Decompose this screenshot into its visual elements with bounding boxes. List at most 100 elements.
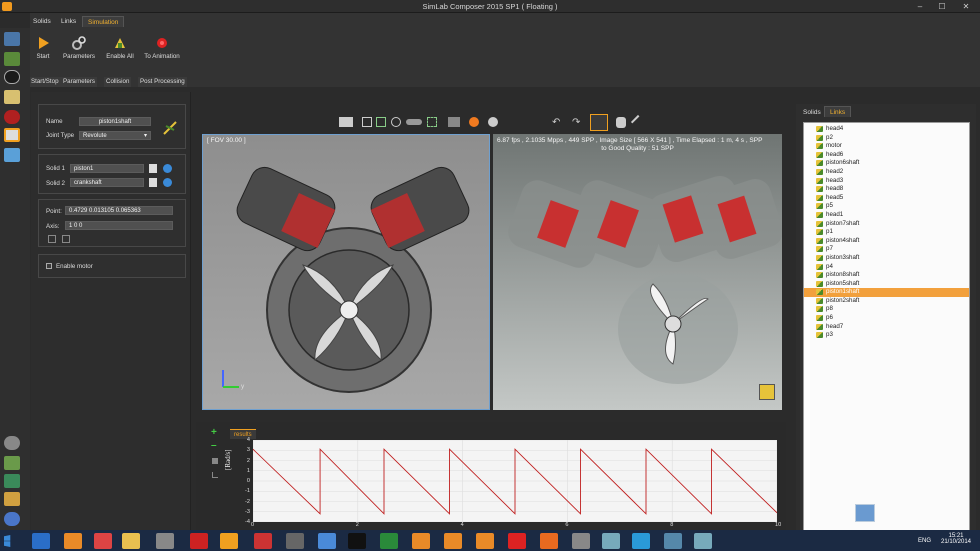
link-item[interactable]: motor [804, 142, 969, 151]
media-taskbar-icon[interactable] [220, 533, 238, 549]
layout-icon[interactable] [4, 474, 20, 488]
link-item[interactable]: piston6shaft [804, 159, 969, 168]
download-icon[interactable] [855, 504, 875, 522]
link-item[interactable]: piston8shaft [804, 271, 969, 280]
link-item[interactable]: head6 [804, 151, 969, 160]
solid2-input[interactable]: crankshaft [70, 178, 144, 187]
link-item[interactable]: piston3shaft [804, 254, 969, 263]
ie-taskbar-icon[interactable] [32, 533, 50, 549]
view-mode-icon[interactable] [406, 119, 422, 125]
link-item[interactable]: p4 [804, 263, 969, 272]
joint-type-select[interactable]: Revolute ▾ [79, 131, 151, 140]
right-tab-links[interactable]: Links [824, 106, 852, 117]
excel-taskbar-icon[interactable] [380, 533, 398, 549]
animation-tool-icon[interactable] [4, 90, 20, 104]
pan-icon[interactable] [362, 117, 372, 127]
minimize-button[interactable]: – [912, 2, 928, 11]
link-item[interactable]: head8 [804, 185, 969, 194]
link-item[interactable]: piston2shaft [804, 297, 969, 306]
axis-settings-icon[interactable] [212, 472, 218, 478]
app4-taskbar-icon[interactable] [664, 533, 682, 549]
explorer-taskbar-icon[interactable] [122, 533, 140, 549]
redo-icon[interactable]: ↷ [572, 117, 584, 128]
link-item[interactable]: head3 [804, 177, 969, 186]
link-item[interactable]: p7 [804, 245, 969, 254]
name-input[interactable]: piston1shaft [79, 117, 151, 126]
simlab-active-taskbar-icon[interactable] [412, 533, 430, 549]
solid1-input[interactable]: piston1 [70, 164, 144, 173]
opera-taskbar-icon[interactable] [508, 533, 526, 549]
selection-box-icon[interactable] [427, 117, 437, 127]
solid1-sphere-icon[interactable] [163, 164, 172, 173]
app-taskbar-icon[interactable] [156, 533, 174, 549]
add-series-icon[interactable]: + [211, 427, 217, 438]
viewport-left[interactable]: [ FOV 30.00 ] y [202, 134, 490, 410]
parameters-button[interactable]: Parameters [57, 36, 101, 68]
link-item[interactable]: head4 [804, 125, 969, 134]
link-item[interactable]: head7 [804, 323, 969, 332]
viewport-render[interactable]: 6.87 fps , 2.1035 Mpps , 449 SPP , Image… [493, 134, 782, 410]
pen-taskbar-icon[interactable] [94, 533, 112, 549]
axis-input[interactable]: 1 0 0 [65, 221, 173, 230]
hand-icon[interactable] [616, 117, 626, 128]
link-item[interactable]: head5 [804, 194, 969, 203]
link-item[interactable]: piston7shaft [804, 220, 969, 229]
solid2-sphere-icon[interactable] [163, 178, 172, 187]
close-button[interactable]: ✕ [958, 2, 974, 11]
search-taskbar-icon[interactable] [286, 533, 304, 549]
vr-tool-icon[interactable] [4, 110, 20, 124]
link-item[interactable]: head2 [804, 168, 969, 177]
tab-solids[interactable]: Solids [28, 16, 56, 27]
enable-motor-checkbox[interactable] [46, 263, 52, 269]
pick-solid2-icon[interactable] [149, 178, 157, 187]
render-mode-icon[interactable] [448, 117, 460, 127]
materials-tool-icon[interactable] [4, 52, 20, 66]
zoom-icon[interactable] [391, 117, 401, 127]
environment-icon[interactable] [488, 117, 498, 127]
link-item[interactable]: p2 [804, 134, 969, 143]
scene-tool-icon[interactable] [4, 32, 20, 46]
link-item[interactable]: p6 [804, 314, 969, 323]
stop-plot-icon[interactable] [212, 458, 218, 464]
undo-icon[interactable]: ↶ [552, 117, 564, 128]
solidworks-taskbar-icon[interactable] [254, 533, 272, 549]
camera-icon[interactable] [339, 117, 353, 127]
simlab3-taskbar-icon[interactable] [476, 533, 494, 549]
enable-all-button[interactable]: Enable All [98, 36, 142, 68]
pdf-taskbar-icon[interactable] [190, 533, 208, 549]
point-input[interactable]: 0.4729 0.013105 0.065363 [65, 206, 173, 215]
fit-view-icon[interactable] [376, 117, 386, 127]
plugins-icon[interactable] [4, 456, 20, 470]
tab-simulation[interactable]: Simulation [82, 16, 125, 27]
tab-links[interactable]: Links [56, 16, 81, 27]
select-cursor-icon[interactable] [590, 114, 608, 131]
right-tab-solids[interactable]: Solids [798, 107, 826, 118]
to-animation-button[interactable]: To Animation [140, 36, 184, 68]
app5-taskbar-icon[interactable] [694, 533, 712, 549]
link-item[interactable]: p1 [804, 228, 969, 237]
link-item[interactable]: head1 [804, 211, 969, 220]
documentation-tool-icon[interactable] [4, 148, 20, 162]
link-item[interactable]: p8 [804, 305, 969, 314]
link-item[interactable]: p5 [804, 202, 969, 211]
link-item[interactable]: piston5shaft [804, 280, 969, 289]
skype-taskbar-icon[interactable] [632, 533, 650, 549]
help-icon[interactable] [4, 512, 20, 526]
settings-gear-icon[interactable] [4, 436, 20, 450]
clock[interactable]: 15:21 21/10/2014 [938, 533, 974, 545]
restore-button[interactable]: ☐ [934, 2, 950, 11]
simulation-tool-icon[interactable] [4, 128, 20, 142]
pick-axis-icon[interactable] [62, 235, 70, 243]
terminal-taskbar-icon[interactable] [348, 533, 366, 549]
material-pick-icon[interactable] [469, 117, 479, 127]
app2-taskbar-icon[interactable] [572, 533, 590, 549]
pick-solid1-icon[interactable] [149, 164, 157, 173]
simlab2-taskbar-icon[interactable] [444, 533, 462, 549]
simlab-taskbar-icon[interactable] [64, 533, 82, 549]
remove-series-icon[interactable]: – [211, 440, 217, 451]
language-indicator[interactable]: ENG [918, 538, 931, 544]
tools-icon[interactable] [4, 492, 20, 506]
link-item[interactable]: piston4shaft [804, 237, 969, 246]
link-item[interactable]: p3 [804, 331, 969, 340]
render-lock-icon[interactable] [759, 384, 775, 400]
